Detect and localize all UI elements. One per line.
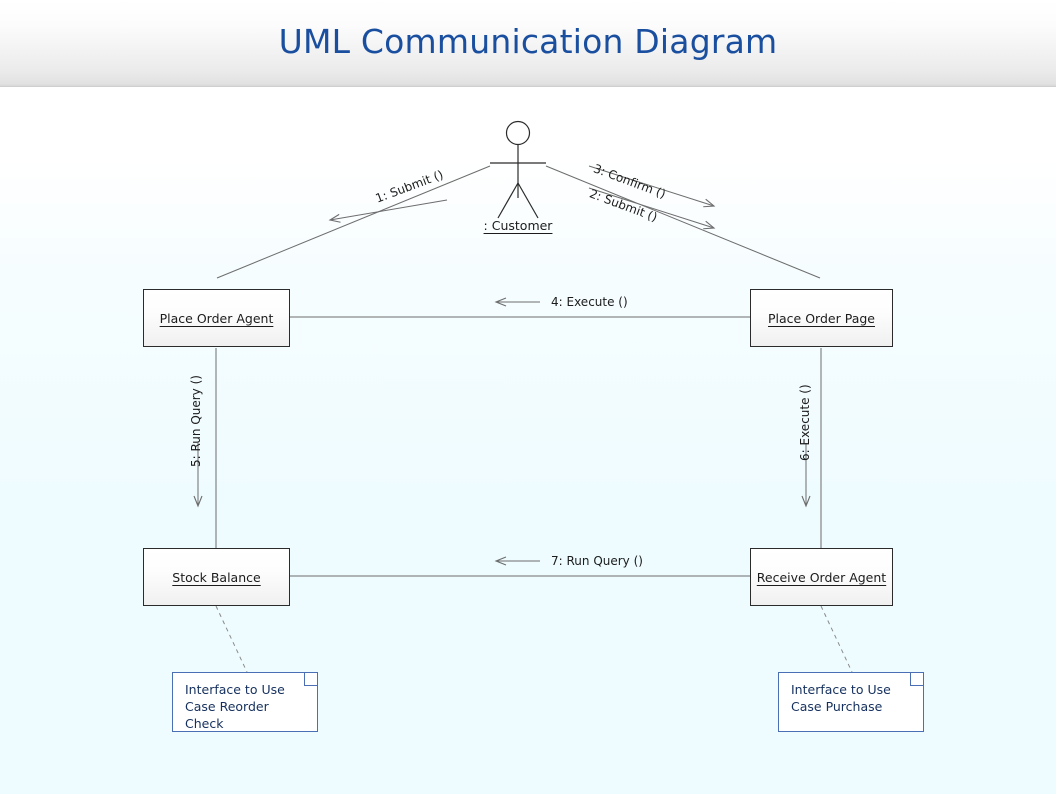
link-customer-place-order-page bbox=[545, 165, 821, 279]
link-place-order-page-to-agent bbox=[290, 297, 750, 318]
page-title: UML Communication Diagram bbox=[278, 22, 778, 61]
object-label: Place Order Page bbox=[768, 310, 875, 326]
diagram-canvas: : Customer Place Order Agent Place Order… bbox=[0, 88, 1056, 794]
uml-communication-diagram-page: UML Communication Diagram: Customer Pla… bbox=[0, 0, 1056, 794]
note-purchase[interactable]: Interface to Use Case Purchase bbox=[778, 672, 924, 732]
object-label: Stock Balance bbox=[172, 569, 261, 585]
note-anchor-left bbox=[215, 605, 248, 673]
page-header: UML Communication Diagram bbox=[0, 0, 1056, 87]
object-label: Place Order Agent bbox=[159, 310, 274, 326]
note-reorder-check[interactable]: Interface to Use Case Reorder Check bbox=[172, 672, 318, 732]
note-fold-corner-icon bbox=[910, 673, 923, 686]
actor-label: : Customer bbox=[483, 218, 553, 233]
object-place-order-page[interactable]: Place Order Page bbox=[750, 289, 893, 347]
object-stock-balance[interactable]: Stock Balance bbox=[143, 548, 290, 606]
actor-stick-figure-icon bbox=[490, 120, 546, 219]
message-label-7: 7: Run Query () bbox=[551, 554, 643, 568]
object-place-order-agent[interactable]: Place Order Agent bbox=[143, 289, 290, 347]
note-anchor-right bbox=[820, 605, 853, 673]
message-label-6: 6: Execute () bbox=[798, 384, 812, 461]
object-receive-order-agent[interactable]: Receive Order Agent bbox=[750, 548, 893, 606]
link-receive-order-agent-to-stock-balance bbox=[290, 556, 750, 577]
message-label-5: 5: Run Query () bbox=[189, 375, 203, 467]
note-text: Interface to Use Case Purchase bbox=[791, 682, 891, 714]
link-customer-place-order-agent bbox=[216, 165, 491, 279]
note-text: Interface to Use Case Reorder Check bbox=[185, 682, 285, 731]
object-label: Receive Order Agent bbox=[756, 569, 887, 585]
message-label-4: 4: Execute () bbox=[551, 295, 628, 309]
note-fold-corner-icon bbox=[304, 673, 317, 686]
